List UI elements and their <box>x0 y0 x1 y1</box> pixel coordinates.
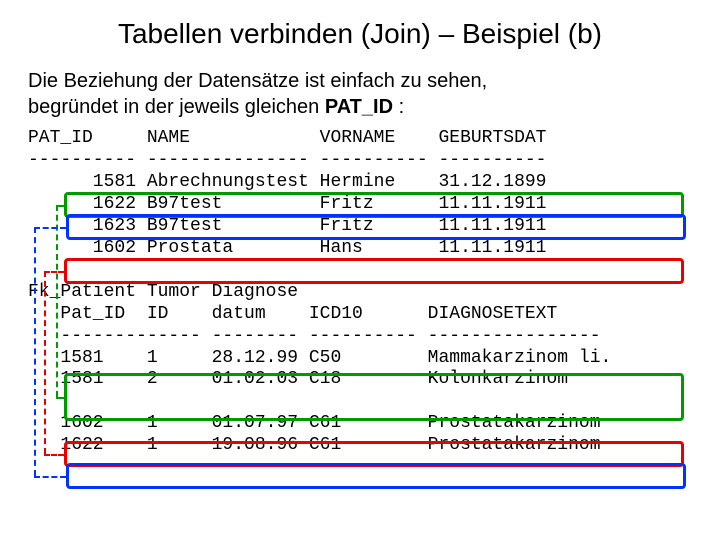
intro-line2a: begründet in der jeweils gleichen <box>28 96 325 118</box>
join-line-1602-v <box>44 271 46 454</box>
slide-title: Tabellen verbinden (Join) – Beispiel (b) <box>28 18 692 50</box>
box-1602-top <box>64 258 684 284</box>
box-1581-bottom <box>64 373 684 421</box>
join-line-1622-h2 <box>34 476 66 478</box>
intro-line2c: : <box>393 96 404 118</box>
join-line-1622-h1 <box>34 227 66 229</box>
intro-patid: PAT_ID <box>325 96 393 118</box>
box-1622-top <box>66 214 686 240</box>
join-line-1602-h2 <box>44 454 64 456</box>
join-line-1581-v <box>56 205 58 397</box>
join-line-1581-h1 <box>56 205 64 207</box>
join-line-1622-v <box>34 227 36 476</box>
join-line-1581-h2 <box>56 397 64 399</box>
intro-line1: Die Beziehung der Datensätze ist einfach… <box>28 70 487 92</box>
box-1622-bottom <box>66 463 686 489</box>
join-line-1602-h1 <box>44 271 64 273</box>
intro-text: Die Beziehung der Datensätze ist einfach… <box>28 68 692 120</box>
